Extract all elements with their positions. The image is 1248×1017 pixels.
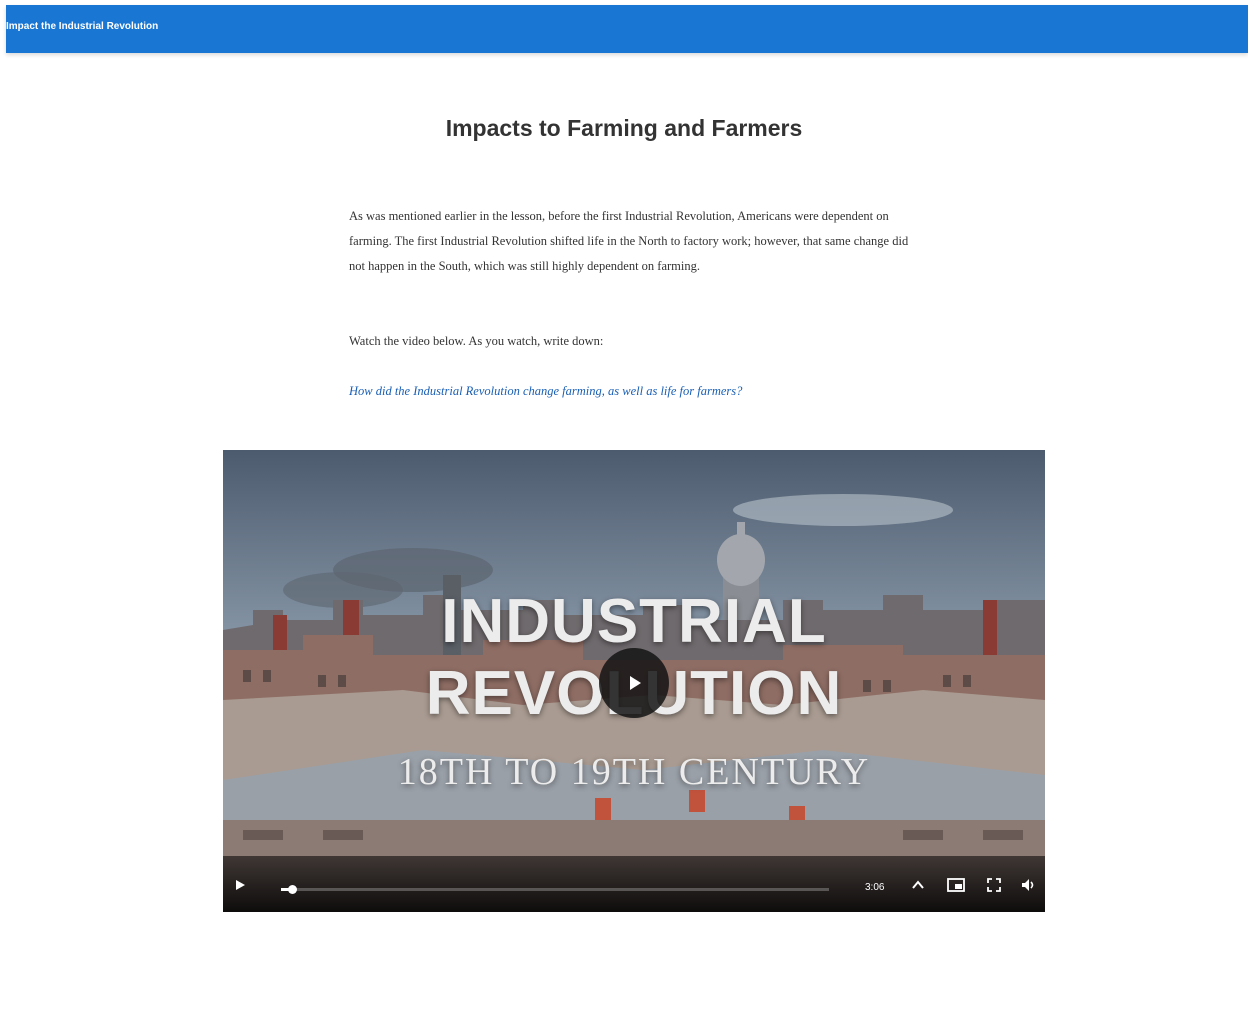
- video-title-line-1: Industrial: [441, 587, 827, 656]
- video-time: 3:06: [865, 882, 885, 893]
- lesson-breadcrumb-title[interactable]: Impact the Industrial Revolution: [6, 21, 158, 32]
- play-icon: [630, 676, 641, 690]
- picture-in-picture-icon[interactable]: [947, 878, 965, 892]
- video-progress-bar[interactable]: [281, 885, 829, 894]
- video-player[interactable]: Industrial Revolution 18th to 19th centu…: [223, 450, 1045, 912]
- instruction-paragraph: Watch the video below. As you watch, wri…: [349, 334, 604, 348]
- big-play-button[interactable]: [599, 648, 669, 718]
- video-progress-knob[interactable]: [287, 885, 297, 894]
- video-subtitle: 18th to 19th century: [397, 751, 871, 793]
- top-app-bar: Impact the Industrial Revolution: [6, 5, 1248, 53]
- intro-paragraph: As was mentioned earlier in the lesson, …: [349, 209, 909, 273]
- video-controls: 3:06: [223, 856, 1045, 912]
- fullscreen-icon[interactable]: [987, 878, 1001, 892]
- playback-speed-icon[interactable]: [911, 878, 925, 892]
- page-title: Impacts to Farming and Farmers: [445, 115, 803, 141]
- play-icon[interactable]: [233, 878, 247, 892]
- guiding-question: How did the Industrial Revolution change…: [349, 384, 743, 398]
- volume-icon[interactable]: [1021, 878, 1037, 892]
